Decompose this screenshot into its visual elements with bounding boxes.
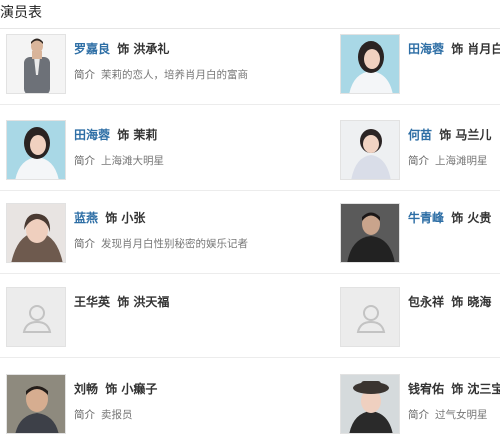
cast-row: 刘畅 饰 小癞子 简介 卖报员 钱宥佑 饰 沈三宝 简介 过气女明星 [0,374,500,444]
woman-smiling-photo[interactable] [6,203,66,263]
actor-name: 王华英 [74,295,111,309]
cast-row: 罗嘉良 饰 洪承礼 简介 茉莉的恋人，培养肖月白的富商 田海蓉 饰 肖月白 [0,34,500,105]
actor-name: 包永祥 [408,295,445,309]
cast-card: 钱宥佑 饰 沈三宝 简介 过气女明星 [333,374,500,444]
placeholder-avatar-icon [340,287,400,347]
role-as-label: 饰 火贵 [451,211,492,225]
actor-name-link[interactable]: 牛青峰 [408,211,444,225]
actor-name-link[interactable]: 田海蓉 [408,42,444,56]
woman-hat-photo[interactable] [340,374,400,434]
cast-card: 田海蓉 饰 肖月白 [333,34,500,104]
actor-name-link[interactable]: 蓝燕 [74,211,98,225]
title-divider [0,28,500,29]
woman-white-shirt-photo[interactable] [340,34,400,94]
man-suit-photo[interactable] [6,34,66,94]
actor-name: 钱宥佑 [408,382,445,396]
intro-text: 简介 上海滩大明星 [74,155,164,167]
cast-row: 田海蓉 饰 茉莉 简介 上海滩大明星 何苗 饰 马兰儿 简介 上海滩明星 [0,120,500,191]
cast-card: 罗嘉良 饰 洪承礼 简介 茉莉的恋人，培养肖月白的富商 [0,34,250,104]
intro-text: 简介 卖报员 [74,409,133,421]
role-as-label: 饰 晓海 [451,295,492,309]
cast-card: 牛青峰 饰 火贵 [333,203,500,273]
intro-text: 简介 上海滩明星 [408,155,488,167]
woman-short-hair-photo[interactable] [340,120,400,180]
cast-card: 包永祥 饰 晓海 [333,287,500,357]
actor-name-link[interactable]: 田海蓉 [74,128,110,142]
role-as-label: 饰 茉莉 [117,128,158,142]
cast-row: 蓝燕 饰 小张 简介 发现肖月白性别秘密的娱乐记者 牛青峰 饰 火贵 [0,203,500,274]
cast-card: 王华英 饰 洪天福 [0,287,250,357]
cast-card: 刘畅 饰 小癞子 简介 卖报员 [0,374,250,444]
placeholder-avatar-icon [6,287,66,347]
role-as-label: 饰 洪承礼 [117,42,170,56]
cast-card: 田海蓉 饰 茉莉 简介 上海滩大明星 [0,120,250,190]
role-as-label: 饰 小张 [105,211,146,225]
actor-name-link[interactable]: 罗嘉良 [74,42,110,56]
intro-text: 简介 茉莉的恋人，培养肖月白的富商 [74,69,248,81]
role-as-label: 饰 洪天福 [117,295,170,309]
intro-text: 简介 发现肖月白性别秘密的娱乐记者 [74,238,248,250]
page-title: 演员表 [0,5,42,21]
role-as-label: 饰 沈三宝 [451,382,500,396]
actor-name: 刘畅 [74,382,99,396]
man-smiling-photo[interactable] [6,374,66,434]
cast-card: 何苗 饰 马兰儿 简介 上海滩明星 [333,120,500,190]
woman-white-shirt-photo[interactable] [6,120,66,180]
role-as-label: 饰 小癞子 [105,382,158,396]
role-as-label: 饰 肖月白 [451,42,500,56]
intro-text: 简介 过气女明星 [408,409,488,421]
man-dark-coat-photo[interactable] [340,203,400,263]
role-as-label: 饰 马兰儿 [439,128,492,142]
actor-name-link[interactable]: 何苗 [408,128,432,142]
cast-row: 王华英 饰 洪天福 包永祥 饰 晓海 [0,287,500,358]
cast-card: 蓝燕 饰 小张 简介 发现肖月白性别秘密的娱乐记者 [0,203,250,273]
